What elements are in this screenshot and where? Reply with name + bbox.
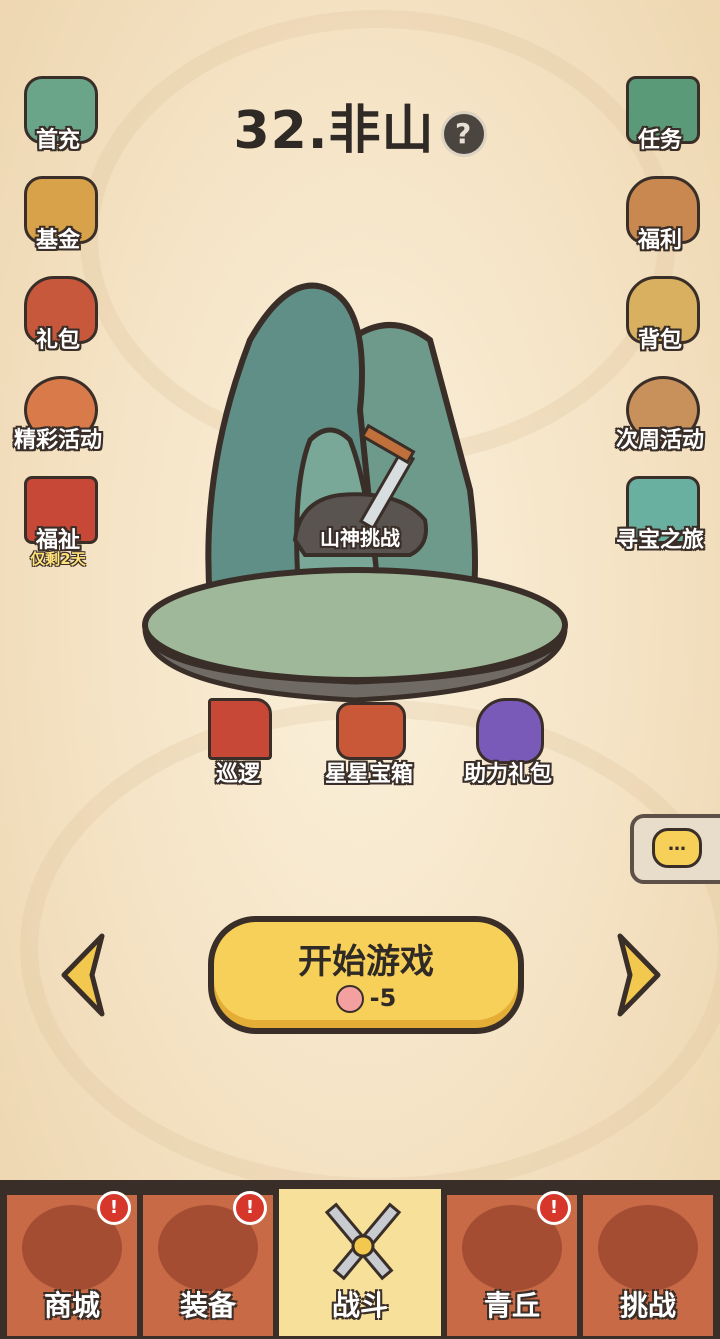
quest-label: 任务 [637,128,682,153]
boss-challenge-label[interactable]: 山神挑战 [290,522,430,551]
first-recharge-button[interactable]: 首充 [10,72,106,162]
orb-icon [598,1205,698,1291]
weekly-events-button[interactable]: 次周活动 [612,372,708,462]
treasure-hunt-button[interactable]: 寻宝之旅 [612,472,708,562]
events-button[interactable]: 精彩活动 [10,372,106,462]
benefits-label: 福利 [637,228,682,253]
purple-bag-icon [476,698,544,764]
energy-cost: -5 [214,984,518,1013]
backpack-button[interactable]: 背包 [612,272,708,362]
tab-equipment[interactable]: ! 装备 [140,1191,276,1339]
question-mark-icon[interactable]: ? [440,111,487,157]
prev-stage-arrow-icon[interactable] [54,930,114,1020]
peach-icon [335,985,364,1013]
banner-flag-icon [208,698,272,760]
chat-bubble-icon: … [652,828,702,868]
patrol-button[interactable]: 巡逻 [188,694,288,794]
stage-title: 32.非山 [233,101,435,161]
tab-challenge-label: 挑战 [619,1289,676,1322]
quest-button[interactable]: 任务 [612,72,708,162]
equipment-alert-badge: ! [233,1191,267,1225]
star-chest-label: 星星宝箱 [324,762,413,787]
crossed-swords-icon [324,1202,402,1281]
tab-battle-label: 战斗 [331,1289,388,1322]
gift-pack-label: 礼包 [35,328,80,353]
tab-equipment-label: 装备 [179,1289,236,1322]
support-pack-label: 助力礼包 [463,762,552,787]
tab-qingqiu[interactable]: ! 青丘 [444,1191,580,1339]
welfare-time-left: 仅剩2天 [30,550,86,568]
star-chest-button[interactable]: 星星宝箱 [306,694,432,794]
fund-button[interactable]: 基金 [10,172,106,262]
support-pack-button[interactable]: 助力礼包 [446,694,570,794]
tab-shop[interactable]: ! 商城 [4,1191,140,1339]
shop-alert-badge: ! [97,1191,131,1225]
weekly-events-label: 次周活动 [615,428,704,453]
patrol-label: 巡逻 [215,762,260,787]
tab-challenge[interactable]: 挑战 [580,1192,716,1339]
welfare-button[interactable]: 福祉 仅剩2天 [10,472,106,568]
gift-pack-button[interactable]: 礼包 [10,272,106,362]
stage-island [142,282,568,703]
fund-label: 基金 [35,228,80,253]
start-game-button[interactable]: 开始游戏 -5 [208,916,524,1034]
benefits-button[interactable]: 福利 [612,172,708,262]
tab-qingqiu-label: 青丘 [483,1289,540,1322]
star-chest-icon [336,702,406,760]
island-top [142,567,568,683]
start-game-label: 开始游戏 [298,942,434,982]
first-recharge-label: 首充 [35,128,80,153]
events-label: 精彩活动 [13,428,102,453]
chat-button[interactable]: … [630,814,720,884]
qingqiu-alert-badge: ! [537,1191,571,1225]
tab-battle[interactable]: 战斗 [276,1186,444,1339]
backpack-label: 背包 [637,328,682,353]
tab-shop-label: 商城 [43,1289,100,1322]
treasure-hunt-label: 寻宝之旅 [615,528,704,553]
next-stage-arrow-icon[interactable] [608,930,668,1020]
energy-cost-value: -5 [369,984,397,1012]
